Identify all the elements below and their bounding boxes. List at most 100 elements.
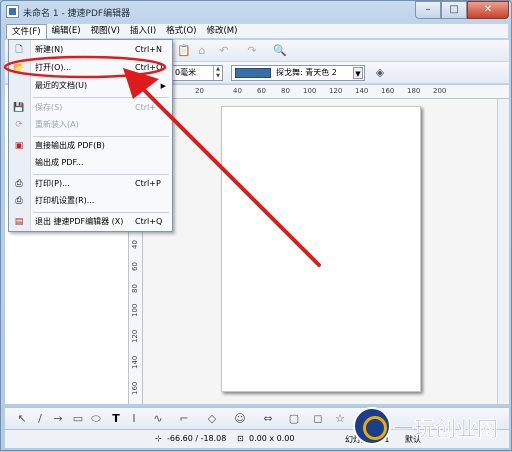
menu-separator [33, 212, 169, 213]
redo-icon[interactable]: ↷ [245, 44, 259, 58]
menu-item-label: 新建(N) [35, 45, 64, 54]
menu-item-export-pdf-direct[interactable]: ▣ 直接输出成 PDF(B) [9, 138, 172, 154]
vruler-tick: 160 [131, 381, 139, 395]
line-tool-icon[interactable]: / [33, 412, 47, 426]
reload-icon: ⟳ [15, 120, 23, 130]
print-icon: ⎙ [15, 179, 23, 189]
menu-item-reload[interactable]: ⟳ 重新装入(A) [9, 117, 172, 133]
menu-item-label: 重新装入(A) [35, 120, 79, 129]
file-menu-dropdown: 🗋 新建(N) Ctrl+N 📂 打开(O)... Ctrl+O 最近的文档(U… [8, 39, 173, 232]
save-icon: 💾 [13, 103, 25, 113]
vertical-text-tool-icon[interactable]: Ⅰ [127, 412, 141, 426]
menu-item-export-pdf[interactable]: 输出成 PDF... [9, 155, 172, 171]
app-logo-icon [6, 5, 19, 18]
vruler-tick: 60 [131, 262, 139, 271]
menu-view[interactable]: 视图(V) [86, 24, 125, 38]
menu-item-shortcut: Ctrl+N [135, 45, 162, 54]
position-icon: ⊹ [155, 434, 162, 443]
menu-item-save[interactable]: 💾 保存(S) Ctrl+ [9, 100, 172, 116]
vruler-tick: 80 [131, 284, 139, 293]
ruler-tick: 200 [433, 87, 447, 95]
ruler-tick: 120 [329, 87, 343, 95]
curve-tool-icon[interactable]: ∿ [151, 412, 165, 426]
menu-item-printer-settings[interactable]: ⎙ 打印机设置(R)... [9, 193, 172, 209]
basic-shapes-icon[interactable]: ◇ [205, 412, 219, 426]
ruler-tick: 180 [407, 87, 421, 95]
menu-item-exit[interactable]: ▤ 退出 捷速PDF编辑器 (X) Ctrl+Q [9, 214, 172, 230]
menu-item-shortcut: Ctrl+O [135, 63, 163, 72]
ruler-tick: 20 [195, 87, 204, 95]
menu-edit[interactable]: 编辑(E) [47, 24, 86, 38]
ruler-tick: 140 [355, 87, 369, 95]
ruler-tick: 160 [381, 87, 395, 95]
ruler-tick: 100 [303, 87, 317, 95]
menu-separator [33, 174, 169, 175]
menu-insert[interactable]: 插入(I) [125, 24, 161, 38]
callouts-icon[interactable]: ◻ [311, 412, 325, 426]
format-paintbrush-icon[interactable]: ⌂ [195, 44, 209, 58]
watermark-text: 一玩创业网 [393, 416, 499, 442]
vruler-tick: 120 [131, 329, 139, 343]
undo-icon[interactable]: ↶ [217, 44, 231, 58]
submenu-arrow-icon: ▶ [160, 82, 166, 90]
pdf-export-icon: ▣ [14, 141, 24, 151]
caption-buttons: – □ ✕ [415, 1, 509, 19]
fill-color-select[interactable]: 探戈舞: 青天色 2 ▼ [231, 65, 365, 81]
app-window: 未命名 1 - 捷速PDF编辑器 – □ ✕ 文件(F) 编辑(E) 视图(V)… [0, 0, 512, 451]
fill-color-swatch [235, 68, 271, 78]
line-width-value: 0毫米 [175, 68, 197, 77]
connector-tool-icon[interactable]: ⌐ [177, 412, 191, 426]
ruler-tick: 40 [233, 87, 242, 95]
zoom-icon[interactable]: 🔍 [273, 44, 287, 58]
window-title: 未命名 1 - 捷速PDF编辑器 [23, 9, 131, 19]
close-button[interactable]: ✕ [467, 1, 509, 19]
menu-item-shortcut: Ctrl+P [135, 179, 161, 188]
exit-icon: ▤ [14, 217, 24, 227]
menu-item-label: 退出 捷速PDF编辑器 (X) [35, 217, 124, 226]
rectangle-tool-icon[interactable]: ▭ [71, 412, 85, 426]
maximize-button[interactable]: □ [441, 1, 467, 19]
menu-modify[interactable]: 修改(M) [201, 24, 242, 38]
vertical-scrollbar[interactable] [497, 99, 509, 404]
watermark-logo: 一玩创业网 [353, 405, 511, 449]
ruler-tick: 80 [281, 87, 290, 95]
chevron-down-icon[interactable]: ▼ [353, 67, 363, 79]
ruler-tick: 60 [257, 87, 266, 95]
vruler-tick: 100 [131, 303, 139, 317]
object-size: 0.00 x 0.00 [249, 434, 295, 443]
minimize-button[interactable]: – [415, 1, 441, 19]
block-arrows-icon[interactable]: ⇔ [261, 412, 275, 426]
stars-icon[interactable]: ☆ [333, 412, 347, 426]
watermark-emblem-icon [353, 407, 391, 445]
menu-item-label: 最近的文档(U) [35, 81, 88, 90]
menu-item-shortcut: Ctrl+Q [135, 217, 163, 226]
open-folder-icon: 📂 [13, 63, 25, 73]
menu-item-label: 保存(S) [35, 103, 63, 112]
vruler-tick: 40 [131, 240, 139, 249]
menu-item-label: 打开(O)... [35, 63, 72, 72]
printer-settings-icon: ⎙ [15, 196, 23, 206]
menu-bar: 文件(F) 编辑(E) 视图(V) 插入(I) 格式(O) 修改(M) [5, 23, 509, 39]
menu-item-label: 打印(P)... [35, 179, 70, 188]
ellipse-tool-icon[interactable]: ⬭ [89, 412, 103, 426]
menu-item-label: 直接输出成 PDF(B) [35, 141, 105, 150]
cursor-position: -66.60 / -18.08 [167, 434, 227, 443]
menu-item-open[interactable]: 📂 打开(O)... Ctrl+O [9, 60, 172, 76]
menu-item-new[interactable]: 🗋 新建(N) Ctrl+N [9, 42, 172, 58]
paste-icon[interactable]: 📋 [177, 44, 191, 58]
menu-item-recent[interactable]: 最近的文档(U) ▶ [9, 78, 172, 94]
fill-color-label: 探戈舞: 青天色 2 [276, 68, 337, 77]
slide-page[interactable] [221, 106, 421, 392]
line-width-spinner[interactable]: ▲ ▼ [213, 66, 222, 80]
vruler-tick: 140 [131, 355, 139, 369]
menu-item-print[interactable]: ⎙ 打印(P)... Ctrl+P [9, 176, 172, 192]
flowchart-icon[interactable]: ▢ [287, 412, 301, 426]
symbol-shapes-icon[interactable]: ☺ [233, 412, 247, 426]
arrow-line-tool-icon[interactable]: → [51, 412, 65, 426]
menu-format[interactable]: 格式(O) [161, 24, 201, 38]
select-arrow-icon[interactable]: ↖ [15, 412, 29, 426]
menu-file[interactable]: 文件(F) [6, 23, 47, 39]
text-tool-icon[interactable]: T [109, 412, 123, 426]
line-width-field[interactable]: 0毫米 ▲ ▼ [171, 65, 223, 81]
fill-bucket-icon[interactable]: ◈ [373, 66, 387, 80]
